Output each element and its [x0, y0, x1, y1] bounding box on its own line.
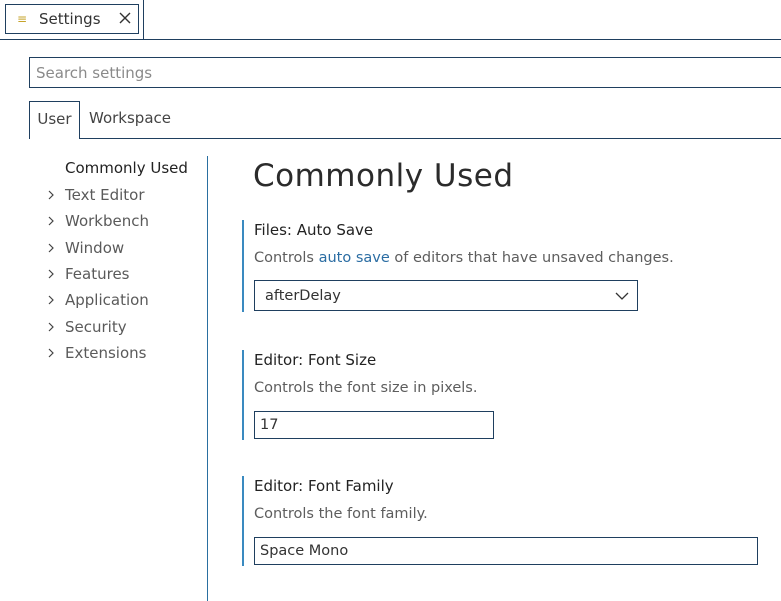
toc-item-label: Workbench	[65, 212, 149, 230]
setting-title: Editor: Font Family	[254, 476, 394, 496]
font-family-input[interactable]	[255, 538, 757, 564]
setting-category: Files:	[254, 221, 297, 239]
toc-item-workbench[interactable]: Workbench	[40, 210, 200, 232]
editor-tab-strip: ≡ Settings	[0, 0, 781, 40]
chevron-right-icon	[48, 243, 54, 253]
setting-name: Font Size	[307, 351, 377, 369]
font-size-field[interactable]	[254, 411, 494, 439]
page-title: Commonly Used	[253, 158, 514, 194]
toc-item-window[interactable]: Window	[40, 237, 200, 259]
search-input[interactable]	[30, 58, 781, 87]
toc-item-label: Application	[65, 291, 149, 309]
tab-separator	[143, 0, 144, 40]
toc-item-extensions[interactable]: Extensions	[40, 342, 200, 364]
tab-workspace[interactable]: Workspace	[89, 101, 171, 139]
chevron-right-icon	[48, 269, 54, 279]
tab-workspace-label: Workspace	[89, 109, 171, 127]
toc-item-label: Security	[65, 318, 127, 336]
setting-files-auto-save: Files: Auto Save Controls auto save of e…	[242, 220, 781, 312]
chevron-down-icon	[615, 292, 629, 300]
setting-description: Controls the font size in pixels.	[254, 380, 478, 396]
font-family-field[interactable]	[254, 537, 758, 565]
description-text: of editors that have unsaved changes.	[389, 250, 674, 266]
toc-item-label: Extensions	[65, 344, 147, 362]
toc-divider[interactable]	[207, 156, 208, 601]
settings-toc: Commonly Used Text Editor Workbench Wind…	[40, 156, 208, 601]
close-icon[interactable]	[117, 10, 133, 26]
settings-tab[interactable]: ≡ Settings	[5, 4, 139, 34]
toc-item-label: Text Editor	[65, 186, 145, 204]
tab-user[interactable]: User	[29, 101, 80, 139]
setting-category: Editor:	[254, 477, 308, 495]
search-settings-box[interactable]	[29, 57, 781, 88]
toc-item-label: Features	[65, 265, 130, 283]
settings-scope-tabs: User Workspace	[29, 101, 781, 139]
settings-tab-label: Settings	[39, 10, 101, 28]
description-text: Controls	[254, 250, 319, 266]
setting-editor-font-size: Editor: Font Size Controls the font size…	[242, 350, 781, 440]
dropdown-value: afterDelay	[265, 288, 341, 304]
tab-user-label: User	[37, 110, 72, 128]
chevron-right-icon	[48, 295, 54, 305]
toc-item-commonly-used[interactable]: Commonly Used	[40, 157, 200, 179]
toc-item-features[interactable]: Features	[40, 263, 200, 285]
font-size-input[interactable]	[255, 412, 493, 438]
settings-file-icon: ≡	[17, 12, 28, 26]
toc-item-text-editor[interactable]: Text Editor	[40, 184, 200, 206]
auto-save-dropdown[interactable]: afterDelay	[254, 280, 638, 311]
settings-editor: ≡ Settings User Workspace Commonly Used	[0, 0, 781, 601]
toc-item-application[interactable]: Application	[40, 289, 200, 311]
auto-save-link[interactable]: auto save	[319, 250, 390, 266]
chevron-right-icon	[48, 348, 54, 358]
setting-name: Auto Save	[296, 221, 374, 239]
setting-title: Editor: Font Size	[254, 350, 376, 370]
setting-name: Font Family	[307, 477, 394, 495]
setting-editor-font-family: Editor: Font Family Controls the font fa…	[242, 476, 781, 566]
setting-category: Editor:	[254, 351, 308, 369]
toc-item-security[interactable]: Security	[40, 316, 200, 338]
setting-description: Controls the font family.	[254, 506, 428, 522]
toc-item-label: Window	[65, 239, 125, 257]
chevron-right-icon	[48, 190, 54, 200]
chevron-right-icon	[48, 322, 54, 332]
chevron-right-icon	[48, 216, 54, 226]
setting-description: Controls auto save of editors that have …	[254, 248, 674, 268]
setting-title: Files: Auto Save	[254, 220, 373, 240]
toc-item-label: Commonly Used	[65, 159, 188, 177]
